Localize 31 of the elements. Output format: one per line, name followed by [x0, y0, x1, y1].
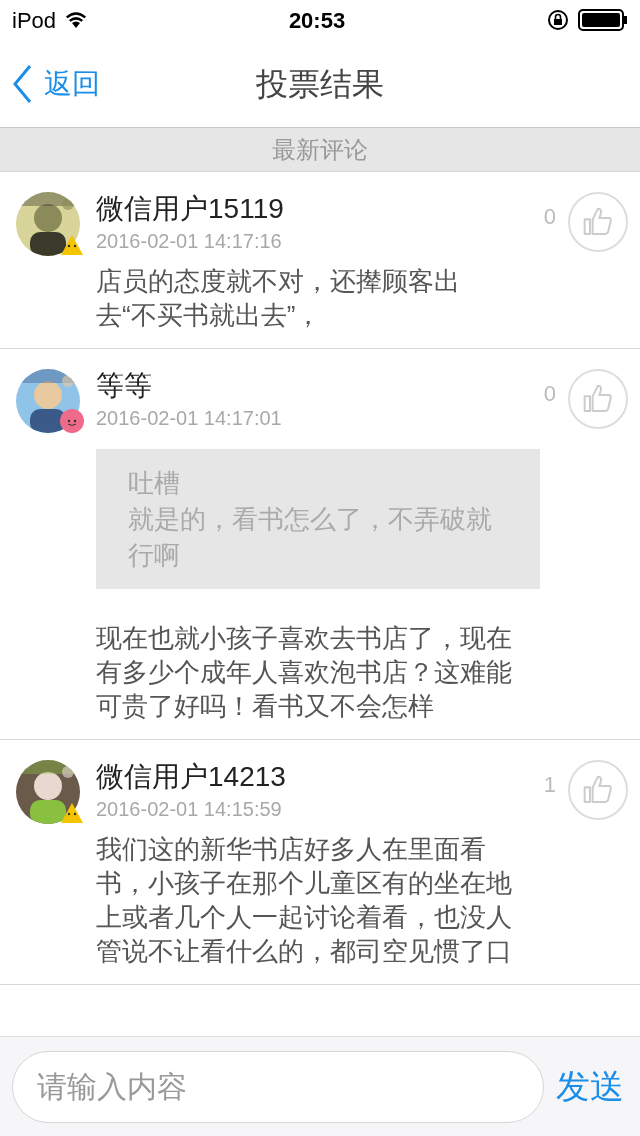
page-title: 投票结果	[256, 64, 384, 104]
battery-icon	[578, 9, 628, 31]
user-name: 微信用户14213	[96, 760, 287, 794]
back-chevron-icon	[12, 63, 32, 104]
like-button[interactable]	[568, 760, 628, 820]
send-button[interactable]: 发送	[552, 1061, 628, 1112]
like-count: 0	[543, 380, 556, 408]
thumbs-up-icon	[582, 774, 614, 806]
wifi-icon	[64, 11, 89, 29]
timestamp: 2016-02-01 14:15:59	[96, 797, 283, 822]
clock: 20:53	[288, 6, 346, 35]
comment-input[interactable]: 请输入内容	[12, 1050, 544, 1123]
like-button[interactable]	[568, 192, 628, 252]
like-button[interactable]	[568, 369, 628, 429]
quote-text: 就是的，看书怎么了，不弄破就行啊	[128, 503, 493, 572]
carrier-label: iPod	[12, 6, 57, 35]
comment-text: 我们这的新华书店好多人在里面看书，小孩子在那个儿童区有的坐在地上或者几个人一起讨论着看，也没人管说不让看什么的，都司空见惯了口	[96, 833, 513, 968]
section-header: 最新评论	[0, 128, 640, 172]
comment-text: 现在也就小孩子喜欢去书店了，现在有多少个成年人喜欢泡书店？这难能可贵了好吗！看书又不会怎样	[96, 622, 513, 723]
user-name: 微信用户15119	[96, 192, 285, 226]
thumbs-up-icon	[582, 383, 614, 415]
user-name: 等等	[96, 369, 153, 403]
like-count: 0	[543, 203, 556, 231]
rotation-lock-icon	[546, 8, 570, 32]
quote-label: 吐槽	[128, 467, 181, 500]
thumbs-up-icon	[582, 206, 614, 238]
timestamp: 2016-02-01 14:17:16	[96, 229, 283, 254]
timestamp: 2016-02-01 14:17:01	[96, 406, 283, 431]
comment-text: 店员的态度就不对，还撵顾客出去“不买书就出去”，	[96, 265, 461, 332]
like-count: 1	[543, 771, 556, 799]
back-button[interactable]: 返回	[12, 62, 100, 105]
